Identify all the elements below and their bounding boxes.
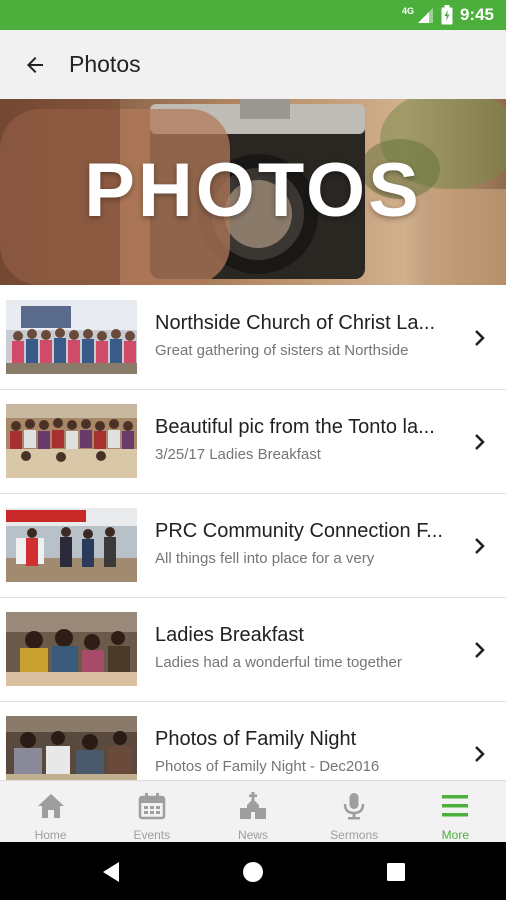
nav-item-sermons[interactable]: Sermons	[304, 781, 405, 843]
chevron-right-icon	[475, 330, 485, 346]
status-icons: 4G 9:45	[402, 0, 494, 30]
list-item[interactable]: Northside Church of Christ La... Great g…	[0, 286, 506, 390]
chevron-right-icon	[475, 746, 485, 762]
album-title: PRC Community Connection F...	[155, 520, 443, 542]
nav-item-news[interactable]: News	[202, 781, 303, 843]
page-title: Photos	[69, 51, 141, 77]
home-icon	[37, 794, 64, 818]
nav-label: Home	[34, 828, 67, 842]
chevron-right-icon	[475, 538, 485, 554]
menu-icon	[442, 795, 469, 817]
calendar-icon	[138, 793, 166, 820]
nav-item-events[interactable]: Events	[101, 781, 202, 843]
network-type: 4G	[401, 6, 414, 16]
album-thumbnail	[6, 716, 137, 780]
album-title: Ladies Breakfast	[155, 624, 304, 646]
album-subtitle: Ladies had a wonderful time together	[155, 654, 402, 671]
bottom-navigation: Home Events News Sermons More	[0, 780, 506, 842]
album-subtitle: All things fell into place for a very	[155, 550, 375, 567]
album-subtitle: Great gathering of sisters at Northside	[155, 342, 409, 359]
list-item[interactable]: Photos of Family Night Photos of Family …	[0, 702, 506, 780]
album-thumbnail	[6, 612, 137, 686]
list-item[interactable]: PRC Community Connection F... All things…	[0, 494, 506, 598]
signal-icon	[417, 7, 433, 23]
hero-title: PHOTOS	[84, 148, 422, 233]
app-bar: Photos	[0, 30, 506, 99]
battery-icon	[441, 5, 453, 25]
nav-item-more[interactable]: More	[405, 781, 506, 843]
back-triangle-icon[interactable]	[98, 859, 124, 885]
status-bar: 4G 9:45	[0, 0, 506, 30]
album-subtitle: 3/25/17 Ladies Breakfast	[155, 446, 321, 463]
nav-label: Events	[133, 828, 171, 842]
nav-label: Sermons	[330, 828, 379, 842]
album-title: Northside Church of Christ La...	[155, 312, 436, 334]
system-navigation-bar	[0, 842, 506, 900]
nav-label: News	[237, 828, 268, 842]
chevron-right-icon	[475, 434, 485, 450]
album-subtitle: Photos of Family Night - Dec2016	[155, 758, 380, 775]
status-time: 9:45	[459, 5, 494, 24]
microphone-icon	[343, 793, 365, 820]
recents-square-icon[interactable]	[383, 859, 409, 885]
list-item[interactable]: Ladies Breakfast Ladies had a wonderful …	[0, 598, 506, 702]
list-item[interactable]: Beautiful pic from the Tonto la... 3/25/…	[0, 390, 506, 494]
album-title: Photos of Family Night	[155, 728, 357, 750]
album-thumbnail	[6, 300, 137, 374]
hero-banner: PHOTOS	[0, 99, 506, 285]
album-thumbnail	[6, 404, 137, 478]
back-button[interactable]	[17, 47, 53, 83]
nav-label: More	[441, 828, 470, 842]
album-thumbnail	[6, 508, 137, 582]
photo-album-list: Northside Church of Christ La... Great g…	[0, 286, 506, 780]
album-title: Beautiful pic from the Tonto la...	[155, 416, 435, 438]
chevron-right-icon	[475, 642, 485, 658]
church-icon	[239, 792, 266, 819]
arrow-back-icon	[27, 56, 43, 73]
home-circle-icon[interactable]	[240, 859, 266, 885]
nav-item-home[interactable]: Home	[0, 781, 101, 843]
